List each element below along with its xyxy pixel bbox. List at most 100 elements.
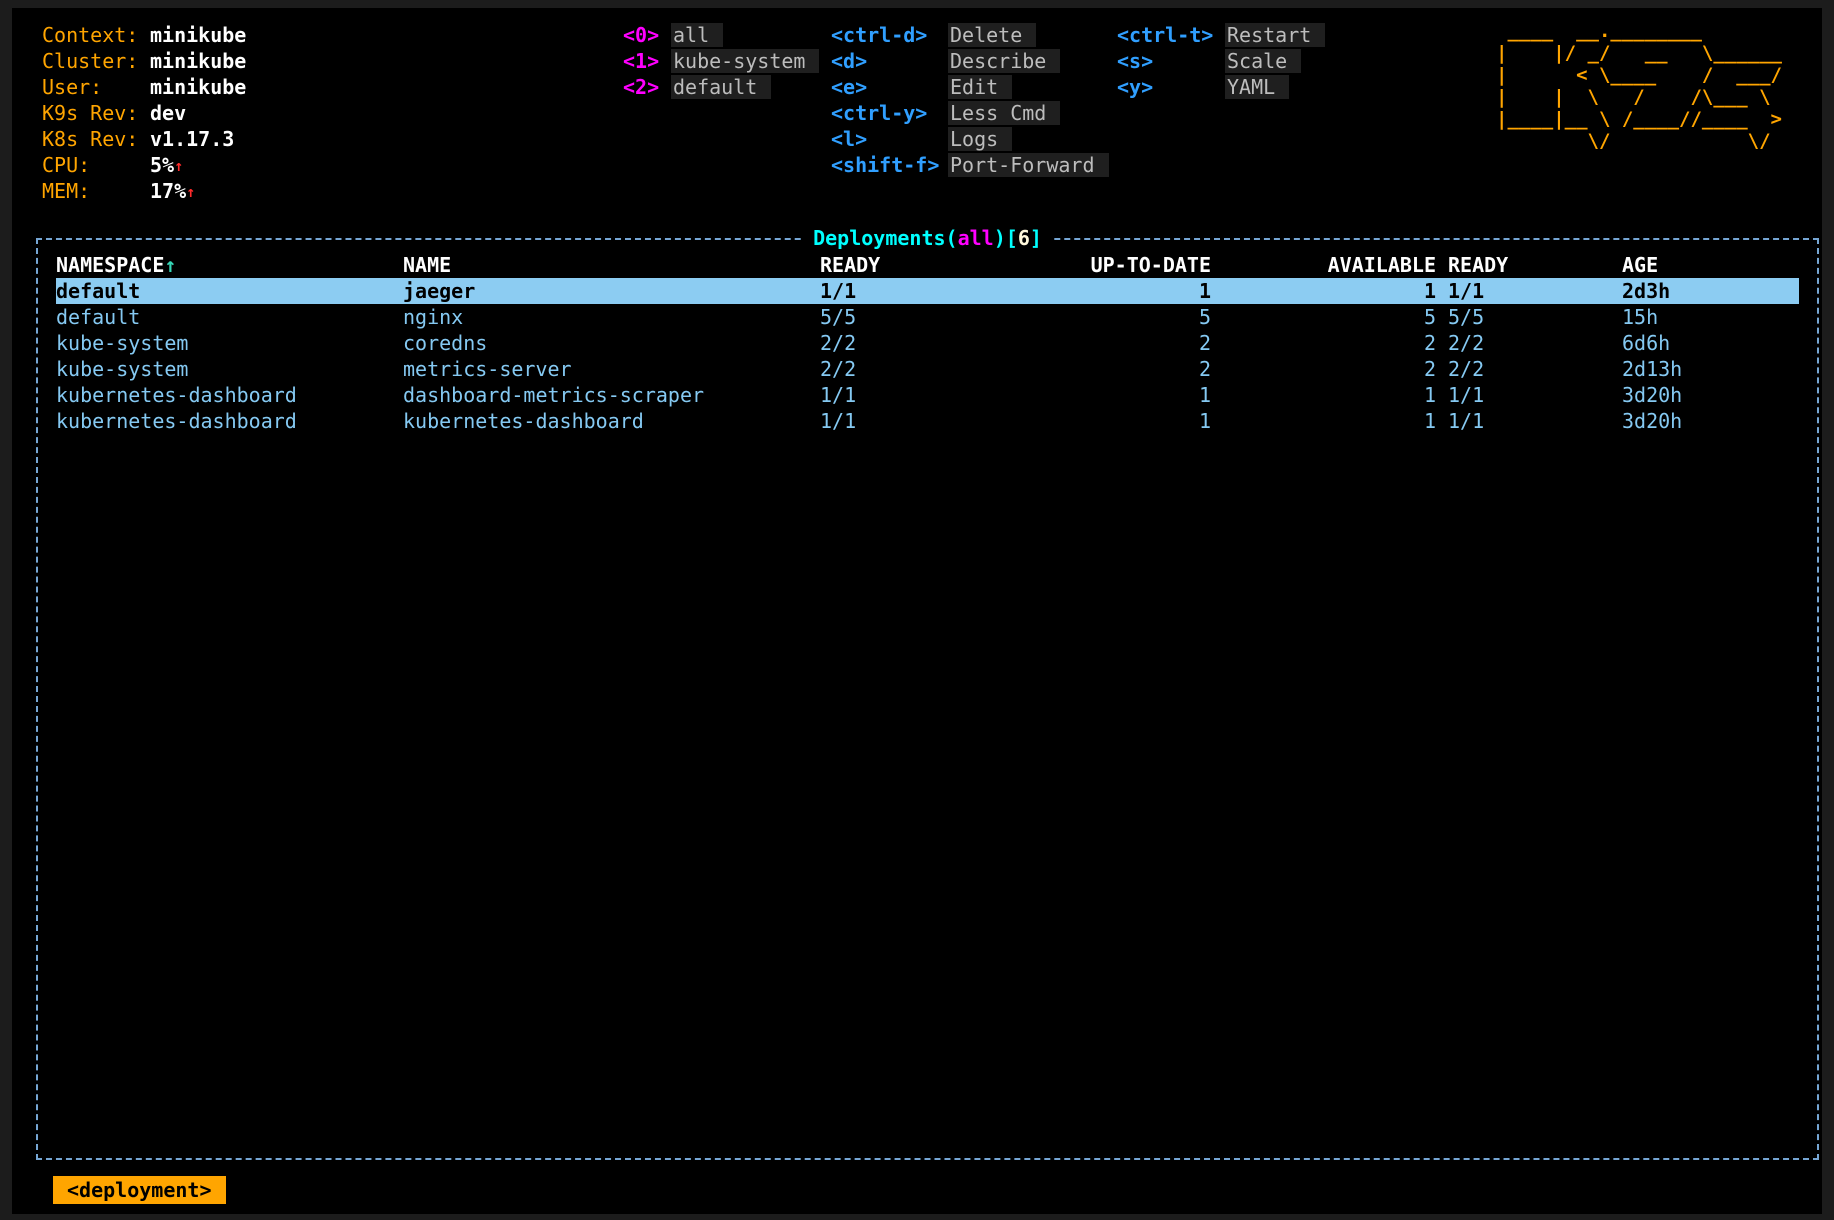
table-row[interactable]: default nginx 5/5 5 5 5/5 15h [56, 304, 1799, 330]
logo-line: ____ __.________ [1496, 20, 1782, 42]
cell-up-to-date: 1 [1004, 408, 1211, 434]
hotkey-namespace-kube-system: <1>kube-system [623, 48, 819, 74]
mem-trend-up-icon: ↑ [186, 183, 195, 201]
panel-title-mid: )[ [994, 226, 1018, 250]
column-header-age: AGE [1609, 252, 1799, 278]
cell-age: 3d20h [1609, 408, 1799, 434]
info-value: minikube [150, 49, 246, 73]
table-row[interactable]: kubernetes-dashboard kubernetes-dashboar… [56, 408, 1799, 434]
info-row-user: User:minikube [42, 74, 246, 100]
shortcut-label: Edit [948, 75, 1012, 99]
info-label: User: [42, 74, 150, 100]
cell-ready2: 1/1 [1436, 382, 1609, 408]
column-header-label: NAMESPACE [56, 253, 164, 277]
cell-ready: 1/1 [820, 408, 1004, 434]
shortcuts-column-1: <ctrl-d>Delete <d>Describe <e>Edit <ctrl… [831, 22, 1109, 178]
shortcut-label: Describe [948, 49, 1060, 73]
cell-name: coredns [403, 330, 820, 356]
shortcut-port-forward: <shift-f>Port-Forward [831, 152, 1109, 178]
cell-namespace: kubernetes-dashboard [56, 382, 403, 408]
shortcut-logs: <l>Logs [831, 126, 1109, 152]
shortcut-key: <ctrl-y> [831, 100, 948, 126]
shortcut-edit: <e>Edit [831, 74, 1109, 100]
sort-arrow-icon: ↑ [164, 253, 176, 277]
table-row[interactable]: kube-system coredns 2/2 2 2 2/2 6d6h [56, 330, 1799, 356]
shortcut-yaml: <y>YAML [1117, 74, 1325, 100]
cell-age: 3d20h [1609, 382, 1799, 408]
info-label: Context: [42, 22, 150, 48]
shortcut-label: Delete [948, 23, 1036, 47]
info-row-cpu: CPU:5%↑ [42, 152, 246, 178]
column-header-name: NAME [403, 252, 820, 278]
hotkey-namespace-default: <2>default [623, 74, 819, 100]
shortcut-delete: <ctrl-d>Delete [831, 22, 1109, 48]
shortcut-key: <l> [831, 126, 948, 152]
cell-namespace: default [56, 304, 403, 330]
info-label: MEM: [42, 178, 150, 204]
cell-available: 1 [1211, 382, 1436, 408]
panel-title-scope: all [958, 226, 994, 250]
panel-title-suffix: ] [1030, 226, 1042, 250]
shortcut-less-cmd: <ctrl-y>Less Cmd [831, 100, 1109, 126]
namespace-hotkeys: <0>all <1>kube-system <2>default [623, 22, 819, 100]
cell-up-to-date: 1 [1004, 382, 1211, 408]
shortcuts-column-2: <ctrl-t>Restart <s>Scale <y>YAML [1117, 22, 1325, 100]
cell-up-to-date: 2 [1004, 330, 1211, 356]
cell-namespace: kubernetes-dashboard [56, 408, 403, 434]
shortcut-label: YAML [1225, 75, 1289, 99]
info-row-k8s-rev: K8s Rev:v1.17.3 [42, 126, 246, 152]
info-label: Cluster: [42, 48, 150, 74]
cell-namespace: kube-system [56, 356, 403, 382]
logo-line: |____|__ \ /____//____ > [1496, 108, 1782, 130]
cell-name: metrics-server [403, 356, 820, 382]
info-label: CPU: [42, 152, 150, 178]
table-row[interactable]: kube-system metrics-server 2/2 2 2 2/2 2… [56, 356, 1799, 382]
cluster-info-block: Context:minikube Cluster:minikube User:m… [42, 22, 246, 204]
info-row-context: Context:minikube [42, 22, 246, 48]
cell-name: jaeger [403, 278, 820, 304]
info-row-cluster: Cluster:minikube [42, 48, 246, 74]
deployments-panel: Deployments(all)[6] NAMESPACE↑ NAME READ… [36, 238, 1819, 1160]
k9s-screen: Context:minikube Cluster:minikube User:m… [0, 0, 1834, 1220]
cell-up-to-date: 1 [1004, 278, 1211, 304]
info-row-k9s-rev: K9s Rev:dev [42, 100, 246, 126]
shortcut-key: <s> [1117, 48, 1225, 74]
cell-ready: 2/2 [820, 330, 1004, 356]
shortcut-describe: <d>Describe [831, 48, 1109, 74]
info-value: v1.17.3 [150, 127, 234, 151]
cell-age: 6d6h [1609, 330, 1799, 356]
logo-line: | |/ _/ __ \______ [1496, 42, 1782, 64]
shortcut-key: <e> [831, 74, 948, 100]
table-row[interactable]: kubernetes-dashboard dashboard-metrics-s… [56, 382, 1799, 408]
shortcut-key: <d> [831, 48, 948, 74]
hotkey-label: all [671, 23, 723, 47]
info-row-mem: MEM:17%↑ [42, 178, 246, 204]
cell-ready2: 2/2 [1436, 330, 1609, 356]
table-header-row: NAMESPACE↑ NAME READY UP-TO-DATE AVAILAB… [56, 252, 1799, 278]
shortcut-scale: <s>Scale [1117, 48, 1325, 74]
panel-title-count: 6 [1018, 226, 1030, 250]
cell-ready2: 5/5 [1436, 304, 1609, 330]
column-header-ready: READY [820, 252, 1004, 278]
shortcut-key: <ctrl-t> [1117, 22, 1225, 48]
shortcut-label: Restart [1225, 23, 1325, 47]
logo-line: | < \____ / ___/ [1496, 64, 1782, 86]
cell-name: dashboard-metrics-scraper [403, 382, 820, 408]
info-value: 17% [150, 179, 186, 203]
cell-ready: 1/1 [820, 382, 1004, 408]
column-header-ready2: READY [1436, 252, 1609, 278]
cell-ready: 2/2 [820, 356, 1004, 382]
cell-available: 2 [1211, 330, 1436, 356]
shortcut-key: <shift-f> [831, 152, 948, 178]
cell-ready2: 2/2 [1436, 356, 1609, 382]
cpu-trend-up-icon: ↑ [174, 157, 183, 175]
panel-title-resource: Deployments( [813, 226, 958, 250]
terminal-window: Context:minikube Cluster:minikube User:m… [12, 8, 1822, 1214]
cell-name: nginx [403, 304, 820, 330]
info-value: minikube [150, 75, 246, 99]
cell-ready2: 1/1 [1436, 408, 1609, 434]
logo-line: | | \ / /\___ \ [1496, 86, 1782, 108]
cell-available: 2 [1211, 356, 1436, 382]
table-row[interactable]: default jaeger 1/1 1 1 1/1 2d3h [56, 278, 1799, 304]
panel-title: Deployments(all)[6] [801, 225, 1054, 251]
